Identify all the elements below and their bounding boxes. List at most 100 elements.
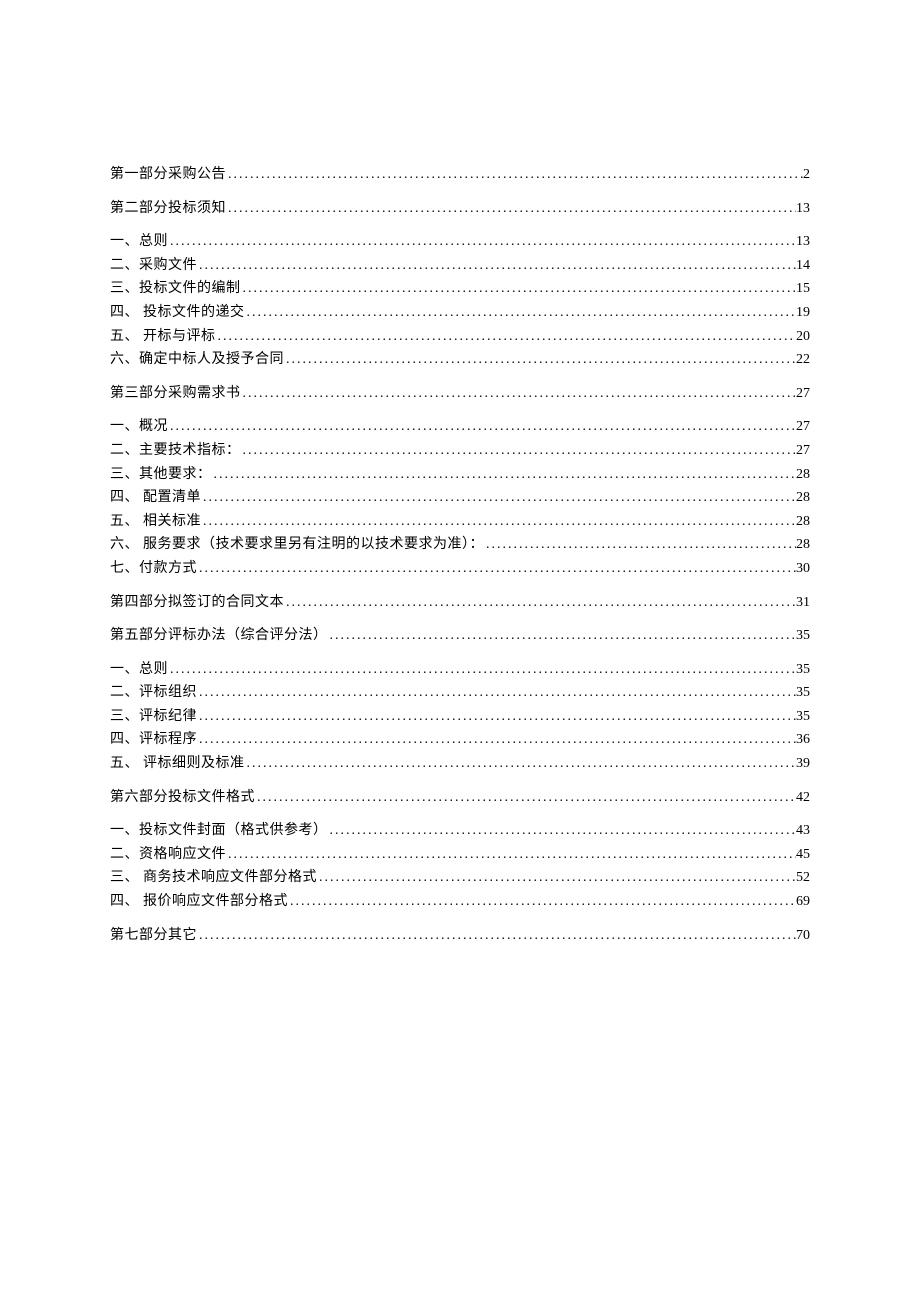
toc-entry-title: 三、投标文件的编制 <box>110 279 241 299</box>
toc-entry-title: 六、 服务要求（技术要求里另有注明的以技术要求为准）： <box>110 535 484 555</box>
toc-entry-title: 第四部分拟签订的合同文本 <box>110 593 284 613</box>
toc-leader-dots <box>284 350 796 370</box>
toc-entry-title: 五、 评标细则及标准 <box>110 754 245 774</box>
toc-entry-page: 28 <box>796 535 810 555</box>
toc-entry-page: 27 <box>796 441 810 461</box>
toc-entry: 三、评标纪律35 <box>110 707 810 727</box>
toc-entry: 二、资格响应文件 45 <box>110 845 810 865</box>
toc-entry-title: 第一部分采购公告 <box>110 165 226 185</box>
toc-leader-dots <box>197 926 796 946</box>
toc-entry-title: 七、付款方式 <box>110 559 197 579</box>
toc-entry-title: 二、资格响应文件 <box>110 845 226 865</box>
toc-leader-dots <box>168 232 796 252</box>
toc-entry: 第四部分拟签订的合同文本 31 <box>110 593 810 613</box>
toc-entry-page: 28 <box>796 512 810 532</box>
toc-leader-dots <box>168 417 796 437</box>
toc-entry: 五、 相关标准 28 <box>110 512 810 532</box>
toc-entry-title: 三、评标纪律 <box>110 707 197 727</box>
toc-entry-page: 28 <box>796 488 810 508</box>
toc-entry-title: 一、总则 <box>110 232 168 252</box>
toc-entry: 一、投标文件封面（格式供参考） 43 <box>110 821 810 841</box>
toc-entry-page: 19 <box>796 303 810 323</box>
toc-entry-page: 43 <box>796 821 810 841</box>
toc-entry-page: 52 <box>796 868 810 888</box>
toc-entry: 第五部分评标办法（综合评分法） 35 <box>110 626 810 646</box>
toc-entry: 三、投标文件的编制 15 <box>110 279 810 299</box>
toc-entry-title: 四、 投标文件的递交 <box>110 303 245 323</box>
toc-entry-page: 13 <box>796 199 810 219</box>
toc-leader-dots <box>288 892 796 912</box>
toc-entry-page: 45 <box>796 845 810 865</box>
toc-entry-title: 二、评标组织 <box>110 683 197 703</box>
toc-entry-page: 22 <box>796 350 810 370</box>
toc-entry-title: 第五部分评标办法（综合评分法） <box>110 626 328 646</box>
toc-entry: 三、其他要求： 28 <box>110 465 810 485</box>
toc-leader-dots <box>328 821 797 841</box>
toc-entry: 三、 商务技术响应文件部分格式 52 <box>110 868 810 888</box>
toc-entry-page: 36 <box>796 730 810 750</box>
toc-entry-title: 六、确定中标人及授予合同 <box>110 350 284 370</box>
toc-leader-dots <box>484 535 796 555</box>
toc-entry: 第七部分其它70 <box>110 926 810 946</box>
toc-leader-dots <box>226 199 796 219</box>
toc-entry-title: 四、 配置清单 <box>110 488 201 508</box>
toc-leader-dots <box>197 256 796 276</box>
toc-entry-page: 42 <box>796 788 810 808</box>
toc-entry-page: 2 <box>803 165 810 185</box>
toc-entry-title: 第三部分采购需求书 <box>110 384 241 404</box>
toc-entry-title: 一、概况 <box>110 417 168 437</box>
toc-entry-page: 28 <box>796 465 810 485</box>
toc-entry: 第三部分采购需求书 27 <box>110 384 810 404</box>
toc-entry: 第二部分投标须知 13 <box>110 199 810 219</box>
toc-leader-dots <box>328 626 797 646</box>
toc-leader-dots <box>241 441 797 461</box>
toc-entry-title: 三、其他要求： <box>110 465 212 485</box>
toc-leader-dots <box>197 559 796 579</box>
toc-entry-page: 27 <box>796 417 810 437</box>
toc-entry-title: 第七部分其它 <box>110 926 197 946</box>
toc-entry-page: 39 <box>796 754 810 774</box>
toc-entry-page: 31 <box>796 593 810 613</box>
toc-entry-page: 30 <box>796 559 810 579</box>
toc-leader-dots <box>317 868 796 888</box>
toc-entry: 四、评标程序 36 <box>110 730 810 750</box>
toc-leader-dots <box>201 488 796 508</box>
toc-entry-title: 四、评标程序 <box>110 730 197 750</box>
toc-leader-dots <box>245 303 797 323</box>
toc-leader-dots <box>226 165 803 185</box>
toc-leader-dots <box>197 707 796 727</box>
toc-entry: 六、确定中标人及授予合同 22 <box>110 350 810 370</box>
toc-entry-page: 69 <box>796 892 810 912</box>
toc-entry: 第一部分采购公告 2 <box>110 165 810 185</box>
toc-entry-title: 五、 相关标准 <box>110 512 201 532</box>
toc-leader-dots <box>241 384 797 404</box>
toc-entry-title: 四、 报价响应文件部分格式 <box>110 892 288 912</box>
toc-entry: 一、概况 27 <box>110 417 810 437</box>
toc-leader-dots <box>168 660 796 680</box>
toc-entry-title: 二、采购文件 <box>110 256 197 276</box>
toc-entry: 七、付款方式 30 <box>110 559 810 579</box>
toc-entry-page: 35 <box>796 660 810 680</box>
toc-leader-dots <box>216 327 797 347</box>
toc-entry-title: 第六部分投标文件格式 <box>110 788 255 808</box>
toc-entry-page: 35 <box>796 626 810 646</box>
toc-entry-title: 三、 商务技术响应文件部分格式 <box>110 868 317 888</box>
toc-entry-title: 二、主要技术指标： <box>110 441 241 461</box>
toc-entry: 四、 投标文件的递交 19 <box>110 303 810 323</box>
toc-entry: 二、主要技术指标： 27 <box>110 441 810 461</box>
toc-leader-dots <box>284 593 796 613</box>
toc-leader-dots <box>241 279 797 299</box>
toc-leader-dots <box>245 754 797 774</box>
toc-entry-page: 13 <box>796 232 810 252</box>
toc-entry: 一、总则 13 <box>110 232 810 252</box>
toc-entry-page: 15 <box>796 279 810 299</box>
toc-leader-dots <box>255 788 796 808</box>
toc-leader-dots <box>197 730 796 750</box>
toc-entry-page: 27 <box>796 384 810 404</box>
toc-entry-title: 一、投标文件封面（格式供参考） <box>110 821 328 841</box>
toc-entry-title: 第二部分投标须知 <box>110 199 226 219</box>
toc-entry: 二、评标组织35 <box>110 683 810 703</box>
toc-entry-title: 一、总则 <box>110 660 168 680</box>
toc-entry-title: 五、 开标与评标 <box>110 327 216 347</box>
toc-entry-page: 14 <box>796 256 810 276</box>
